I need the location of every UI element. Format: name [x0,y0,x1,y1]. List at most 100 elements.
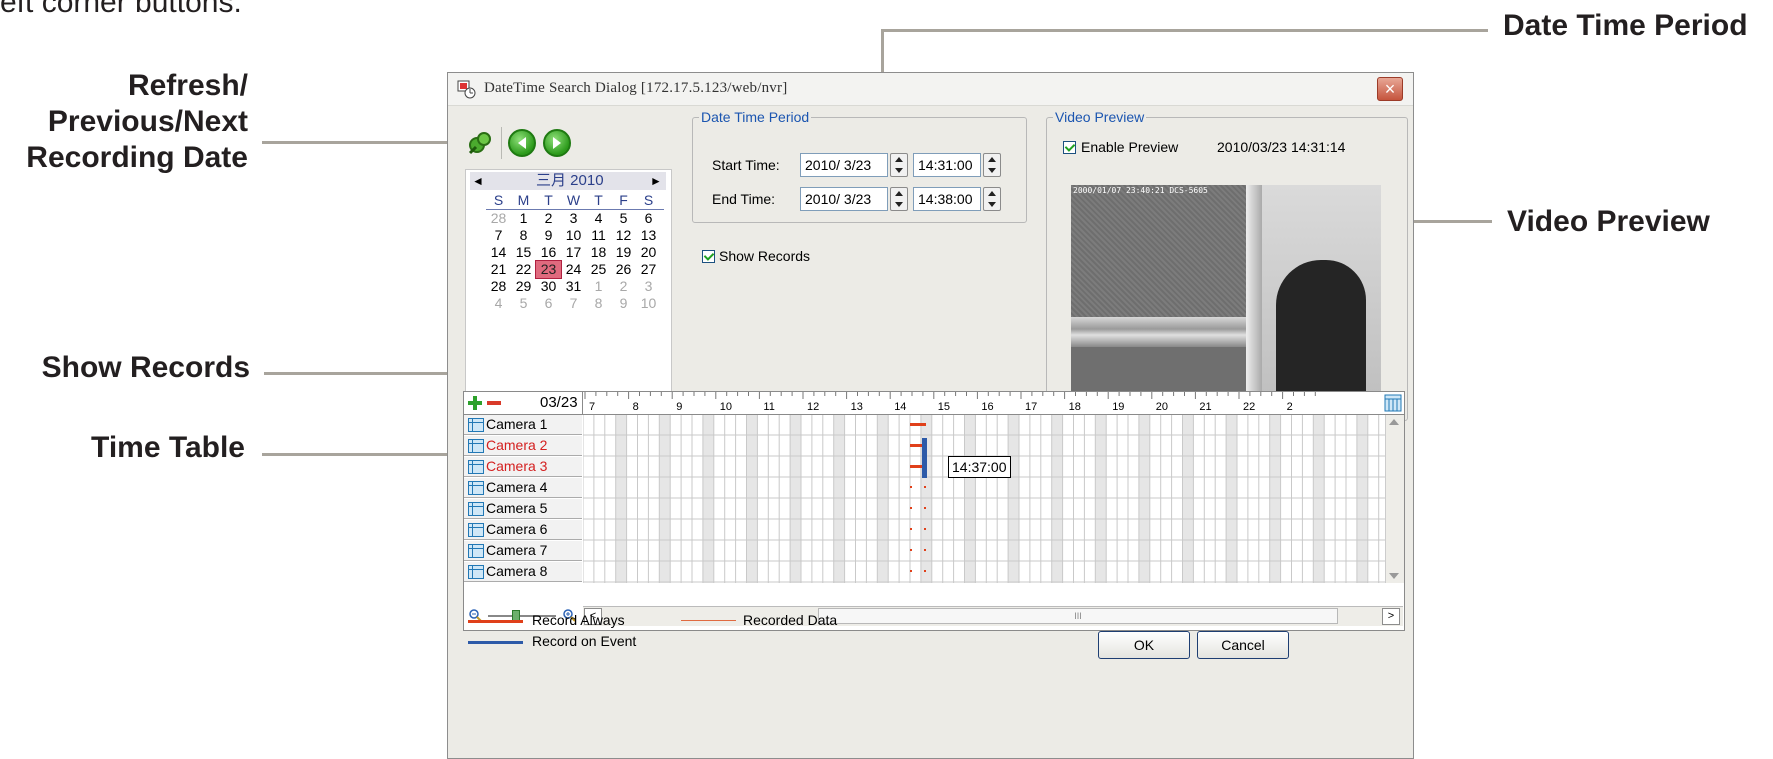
callout-video-preview: Video Preview [1507,205,1710,238]
calendar-day[interactable]: 26 [611,261,636,278]
camera-row-7[interactable]: Camera 7 [464,541,582,561]
dialog-titlebar[interactable]: DateTime Search Dialog [172.17.5.123/web… [448,73,1413,106]
calendar-day[interactable]: 2 [611,278,636,295]
callout-show-records: Show Records [41,351,250,384]
recorded-data-label: Recorded Data [743,612,838,628]
start-time-field[interactable]: 14:31:00 [913,153,981,177]
calendar-day[interactable]: 9 [611,295,636,312]
calendar-day[interactable]: 14 [486,244,511,261]
calendar-day[interactable]: 10 [561,227,586,244]
camera-row-4[interactable]: Camera 4 [464,478,582,498]
end-time-field[interactable]: 14:38:00 [913,187,981,211]
recorded-data-dot [910,507,912,509]
dialog-title: DateTime Search Dialog [172.17.5.123/web… [484,80,788,96]
calendar-day[interactable]: 11 [586,227,611,244]
calendar-day[interactable]: 29 [511,278,536,295]
calendar-day[interactable]: 28 [486,210,511,227]
previous-recording-date-button[interactable] [508,129,536,157]
calendar-day[interactable]: 31 [561,278,586,295]
record-always-swatch [468,620,523,623]
camera-list-icon [468,439,484,453]
zoom-out-minus-icon[interactable] [486,395,502,411]
refresh-button[interactable] [466,129,494,157]
calendar-day[interactable]: 27 [636,261,661,278]
scroll-down-icon[interactable] [1389,573,1399,579]
zoom-in-plus-icon[interactable] [467,395,483,411]
next-recording-date-button[interactable] [543,129,571,157]
vertical-scrollbar[interactable] [1385,415,1404,583]
calendar-prev-month-icon[interactable]: ◄ [472,172,484,190]
calendar-day[interactable]: 22 [511,261,536,278]
grid-shade-column [877,415,889,583]
ok-button[interactable]: OK [1098,631,1190,659]
calendar-day[interactable]: 10 [636,295,661,312]
camera-label: Camera 7 [486,542,548,558]
calendar-day[interactable]: 8 [511,227,536,244]
start-date-field[interactable]: 2010/ 3/23 [800,153,888,177]
camera-label: Camera 2 [486,437,548,453]
horizontal-scrollbar[interactable]: < III > [583,606,1403,626]
camera-row-6[interactable]: Camera 6 [464,520,582,540]
camera-list-icon [468,523,484,537]
end-date-spinner[interactable] [890,187,908,211]
record-on-event-swatch [468,641,523,644]
calendar-day[interactable]: 28 [486,278,511,295]
calendar-day[interactable]: 30 [536,278,561,295]
end-date-field[interactable]: 2010/ 3/23 [800,187,888,211]
calendar-day[interactable]: 4 [586,210,611,227]
calendar-day[interactable]: 1 [511,210,536,227]
calendar-day[interactable]: 21 [486,261,511,278]
video-preview-group: Video Preview Enable Preview 2010/03/23 … [1046,109,1408,421]
calendar-day[interactable]: 15 [511,244,536,261]
calendar-day[interactable]: 16 [536,244,561,261]
enable-preview-checkbox[interactable] [1063,141,1076,154]
end-time-spinner[interactable] [983,187,1001,211]
calendar-day[interactable]: 5 [611,210,636,227]
calendar-day[interactable]: 2 [536,210,561,227]
scroll-right-button[interactable]: > [1382,608,1400,625]
calendar-day[interactable]: 19 [611,244,636,261]
calendar-day[interactable]: 24 [561,261,586,278]
calendar-day-selected[interactable]: 23 [535,260,562,279]
camera-row-2[interactable]: Camera 2 [464,436,582,456]
calendar-day[interactable]: 5 [511,295,536,312]
camera-row-1[interactable]: Camera 1 [464,415,582,435]
camera-row-8[interactable]: Camera 8 [464,562,582,582]
camera-row-3[interactable]: Camera 3 [464,457,582,477]
camera-row-5[interactable]: Camera 5 [464,499,582,519]
calendar-day[interactable]: 3 [636,278,661,295]
start-date-spinner[interactable] [890,153,908,177]
hour-tick-label: 17 [1025,401,1037,413]
close-button[interactable]: × [1377,77,1403,101]
calendar-day[interactable]: 7 [486,227,511,244]
calendar-day[interactable]: 3 [561,210,586,227]
start-time-spinner[interactable] [983,153,1001,177]
calendar-day[interactable]: 12 [611,227,636,244]
calendar-day[interactable]: 8 [586,295,611,312]
column-settings-icon[interactable] [1384,394,1402,412]
weekday-label: S [643,192,654,208]
calendar-day[interactable]: 6 [636,210,661,227]
calendar-month-label[interactable]: 三月 2010 [536,172,604,190]
calendar-day[interactable]: 20 [636,244,661,261]
weekday-label: S [493,192,504,208]
cancel-button[interactable]: Cancel [1197,631,1289,659]
hour-tick-label: 2 [1287,401,1293,413]
calendar-day[interactable]: 17 [561,244,586,261]
time-grid[interactable] [583,415,1385,583]
recorded-data-dot [910,528,912,530]
calendar-day[interactable]: 9 [536,227,561,244]
calendar-day[interactable]: 7 [561,295,586,312]
calendar-day[interactable]: 18 [586,244,611,261]
show-records-checkbox[interactable] [702,250,715,263]
grid-shade-column [1095,415,1107,583]
calendar-next-month-icon[interactable]: ► [650,172,662,190]
calendar-day[interactable]: 4 [486,295,511,312]
hour-tick-label: 10 [720,401,732,413]
calendar-day[interactable]: 25 [586,261,611,278]
scroll-up-icon[interactable] [1389,419,1399,425]
calendar-day[interactable]: 6 [536,295,561,312]
calendar-day[interactable]: 1 [586,278,611,295]
calendar-day[interactable]: 13 [636,227,661,244]
horizontal-scroll-thumb[interactable]: III [818,608,1338,624]
